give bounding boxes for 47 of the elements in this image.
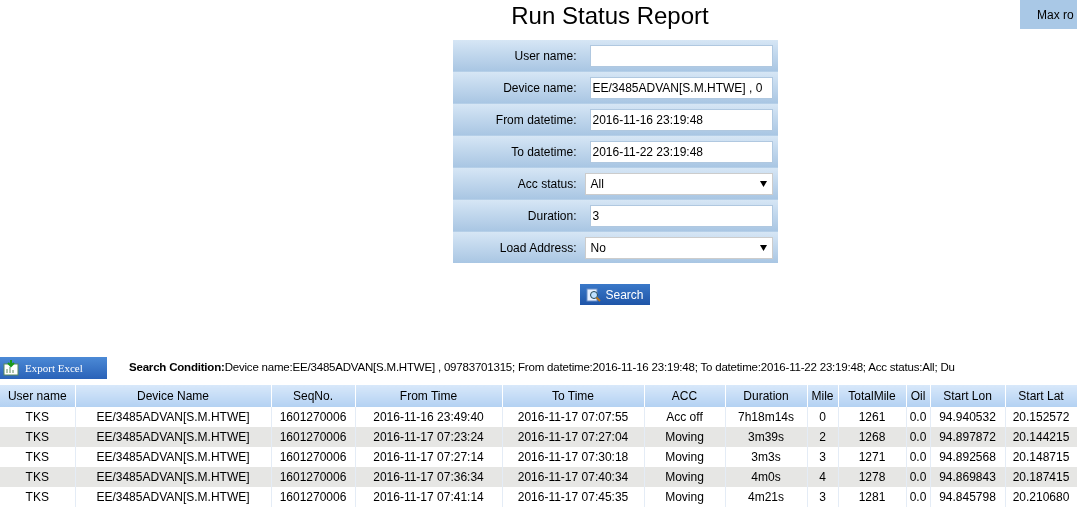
table-cell: 3 [807,487,838,507]
column-header: Device Name [75,385,271,407]
search-button[interactable]: Search [580,284,650,305]
table-cell: 0.0 [906,487,930,507]
max-rows-button[interactable]: Max ro [1020,0,1077,29]
field-label: To datetime: [510,143,578,161]
table-cell: 2016-11-17 07:45:35 [502,487,644,507]
table-cell: Moving [644,487,725,507]
input-field[interactable]: 2016-11-16 23:19:48 [589,108,773,131]
field-label: Duration: [526,207,578,225]
table-cell: EE/3485ADVAN[S.M.HTWE] [75,487,271,507]
table-cell: 94.845798 [930,487,1005,507]
table-cell: 4m21s [725,487,807,507]
column-header: ACC [644,385,725,407]
search-condition-text: Search Condition:Device name:EE/3485ADVAN[S.M.HTWE] , 09783701315; From datetime:2016-11-16 23:19:48; To datetime:2016-11-22 23:19:48; Acc status:All; Du [129,360,955,376]
field-label: Device name: [502,79,578,97]
column-header: User name [0,385,75,407]
table-cell: TKS [0,487,75,507]
column-header: TotalMile [838,385,906,407]
table-cell: 1281 [838,487,906,507]
input-field[interactable]: 2016-11-22 23:19:48 [589,140,773,163]
input-field[interactable]: EE/3485ADVAN[S.M.HTWE] , 0 [589,76,773,99]
column-header: To Time [502,385,644,407]
column-header: Start Lat [1005,385,1077,407]
table-cell: 2016-11-17 07:41:14 [355,487,502,507]
input-field[interactable] [589,44,773,67]
column-header: Mile [807,385,838,407]
column-header: Start Lon [930,385,1005,407]
dropdown-arrow-icon [759,180,767,187]
field-label: User name: [513,47,578,65]
column-header: Oil [906,385,930,407]
field-label: Load Address: [498,239,578,257]
table-cell: 20.210680 [1005,487,1077,507]
dropdown[interactable]: All [584,172,773,195]
search-icon [586,287,603,302]
field-label: From datetime: [494,111,578,129]
spreadsheet-download-icon [3,360,19,376]
field-label: Acc status: [516,175,578,193]
dropdown-arrow-icon [759,244,767,251]
dropdown[interactable]: No [584,236,773,259]
column-header: SeqNo. [271,385,355,407]
export-excel-button[interactable]: Export Excel [0,357,107,379]
table-cell: 1601270006 [271,487,355,507]
column-header: From Time [355,385,502,407]
input-field[interactable]: 3 [589,204,773,227]
page-title: Run Status Report [511,1,709,31]
column-header: Duration [725,385,807,407]
